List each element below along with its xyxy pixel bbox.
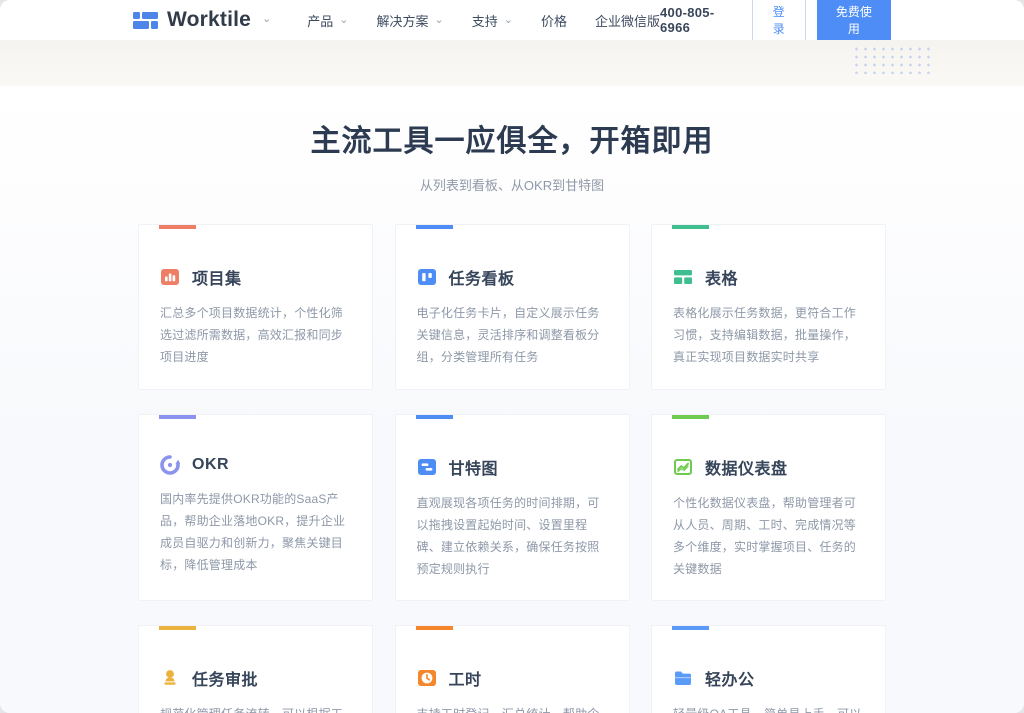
card-title: 任务审批	[192, 672, 259, 690]
feature-card: 轻办公 轻量级OA工具，简单易上手，可以个性化匹配企业需要的办公管理规则，支持消…	[651, 625, 886, 713]
card-accent-bar	[672, 225, 709, 229]
card-title: 轻办公	[705, 672, 755, 690]
approval-stamp-icon	[160, 668, 180, 688]
dot-pattern-decoration	[852, 45, 936, 74]
table-grid-icon	[673, 267, 693, 287]
card-accent-bar	[415, 414, 453, 419]
card-accent-bar	[672, 414, 709, 419]
okr-target-icon	[160, 454, 180, 475]
feature-card: 数据仪表盘 个性化数据仪表盘，帮助管理者可从人员、周期、工时、完成情况等多个维度…	[651, 413, 886, 602]
card-accent-bar	[159, 414, 196, 419]
nav-item-1[interactable]: 产品 ⌄	[307, 11, 348, 30]
card-accent-bar	[672, 626, 709, 631]
card-description: 规范化管理任务流转，可以根据工作类型设置审批规则，每个节点输出的关键成果验收通过…	[160, 703, 351, 713]
nav-item-label: 支持	[471, 13, 498, 29]
card-title: 数据仪表盘	[705, 460, 788, 478]
hero-band	[0, 40, 1024, 86]
nav-item-4[interactable]: 价格	[541, 11, 567, 30]
main-navigation: 产品 ⌄ 解决方案 ⌄ 支持 ⌄ 价格 企业微信版	[307, 11, 660, 30]
nav-item-5[interactable]: 企业微信版	[595, 11, 660, 30]
free-trial-button[interactable]: 免费使用	[816, 0, 891, 43]
card-title: 工时	[448, 672, 482, 690]
nav-item-label: 产品	[307, 13, 334, 29]
office-folder-icon	[673, 668, 693, 688]
card-description: 表格化展示任务数据，更符合工作习惯，支持编辑数据，批量操作，真正实现项目数据实时…	[673, 306, 857, 365]
card-title: OKR	[192, 455, 230, 473]
worktile-logo-icon	[133, 10, 158, 31]
chevron-down-icon: ⌄	[262, 12, 272, 25]
feature-card: 任务看板 电子化任务卡片，自定义展示任务关键信息，灵活排序和调整看板分组，分类管…	[394, 224, 630, 390]
chevron-down-icon: ⌄	[339, 13, 349, 26]
card-accent-bar	[159, 626, 196, 631]
card-description: 直观展现各项任务的时间排期，可以拖拽设置起始时间、设置里程碑、建立依赖关系，确保…	[416, 495, 600, 577]
nav-item-2[interactable]: 解决方案 ⌄	[377, 11, 444, 30]
card-description: 汇总多个项目数据统计，个性化筛选过滤所需数据，高效汇报和同步项目进度	[160, 306, 344, 365]
section-subtitle: 从列表到看板、从OKR到甘特图	[419, 178, 605, 193]
nav-item-label: 价格	[540, 13, 567, 29]
card-title: 项目集	[192, 271, 242, 288]
card-title: 甘特图	[448, 460, 499, 478]
feature-card: OKR 国内率先提供OKR功能的SaaS产品，帮助企业落地OKR，提升企业成员自…	[138, 413, 373, 602]
project-portfolio-icon	[160, 267, 180, 287]
feature-card: 项目集 汇总多个项目数据统计，个性化筛选过滤所需数据，高效汇报和同步项目进度	[138, 224, 373, 390]
card-description: 轻量级OA工具，简单易上手，可以个性化匹配企业需要的办公管理规则，支持消息汇总通…	[673, 703, 864, 713]
card-title: 表格	[705, 271, 739, 288]
nav-item-label: 解决方案	[376, 13, 429, 29]
gantt-chart-icon	[417, 457, 437, 477]
worktile-landing-page: Worktile ⌄ 产品 ⌄ 解决方案 ⌄ 支持 ⌄ 价格 企业微信版 400-805-69…	[0, 0, 1024, 713]
feature-card: 工时 支持工时登记、汇总统计，帮助企业管理者获知工时数据，以便协调资源，控制成本	[394, 625, 630, 713]
work-hours-clock-icon	[417, 668, 437, 688]
feature-cards-grid: 项目集 汇总多个项目数据统计，个性化筛选过滤所需数据，高效汇报和同步项目进度 任…	[138, 224, 886, 713]
card-accent-bar	[159, 225, 196, 229]
phone-number: 400-805-6966	[660, 5, 715, 35]
card-description: 个性化数据仪表盘，帮助管理者可从人员、周期、工时、完成情况等多个维度，实时掌握项…	[673, 495, 857, 577]
section-title: 主流工具一应俱全，开箱即用	[310, 125, 714, 158]
features-section: 主流工具一应俱全，开箱即用 从列表到看板、从OKR到甘特图 项目集 汇总多个项目…	[0, 86, 1024, 713]
feature-card: 表格 表格化展示任务数据，更符合工作习惯，支持编辑数据，批量操作，真正实现项目数…	[651, 224, 886, 390]
card-description: 国内率先提供OKR功能的SaaS产品，帮助企业落地OKR，提升企业成员自驱力和创…	[160, 491, 346, 573]
brand-name: Worktile	[167, 8, 252, 31]
chevron-down-icon: ⌄	[434, 13, 444, 26]
feature-card: 甘特图 直观展现各项任务的时间排期，可以拖拽设置起始时间、设置里程碑、建立依赖关…	[394, 413, 630, 602]
nav-item-3[interactable]: 支持 ⌄	[472, 11, 513, 30]
card-description: 支持工时登记、汇总统计，帮助企业管理者获知工时数据，以便协调资源，控制成本	[417, 703, 608, 713]
card-accent-bar	[415, 626, 453, 631]
brand-logo[interactable]: Worktile ⌄	[133, 8, 271, 32]
kanban-board-icon	[417, 267, 437, 287]
dashboard-chart-icon	[673, 457, 693, 477]
login-button[interactable]: 登录	[751, 0, 806, 43]
nav-item-label: 企业微信版	[595, 13, 661, 29]
card-description: 电子化任务卡片，自定义展示任务关键信息，灵活排序和调整看板分组，分类管理所有任务	[416, 306, 600, 365]
feature-card: 任务审批 规范化管理任务流转，可以根据工作类型设置审批规则，每个节点输出的关键成…	[138, 625, 373, 713]
card-title: 任务看板	[448, 271, 515, 288]
top-navbar: Worktile ⌄ 产品 ⌄ 解决方案 ⌄ 支持 ⌄ 价格 企业微信版 400-805-69…	[0, 0, 1024, 43]
chevron-down-icon: ⌄	[503, 13, 513, 26]
card-accent-bar	[415, 225, 453, 229]
